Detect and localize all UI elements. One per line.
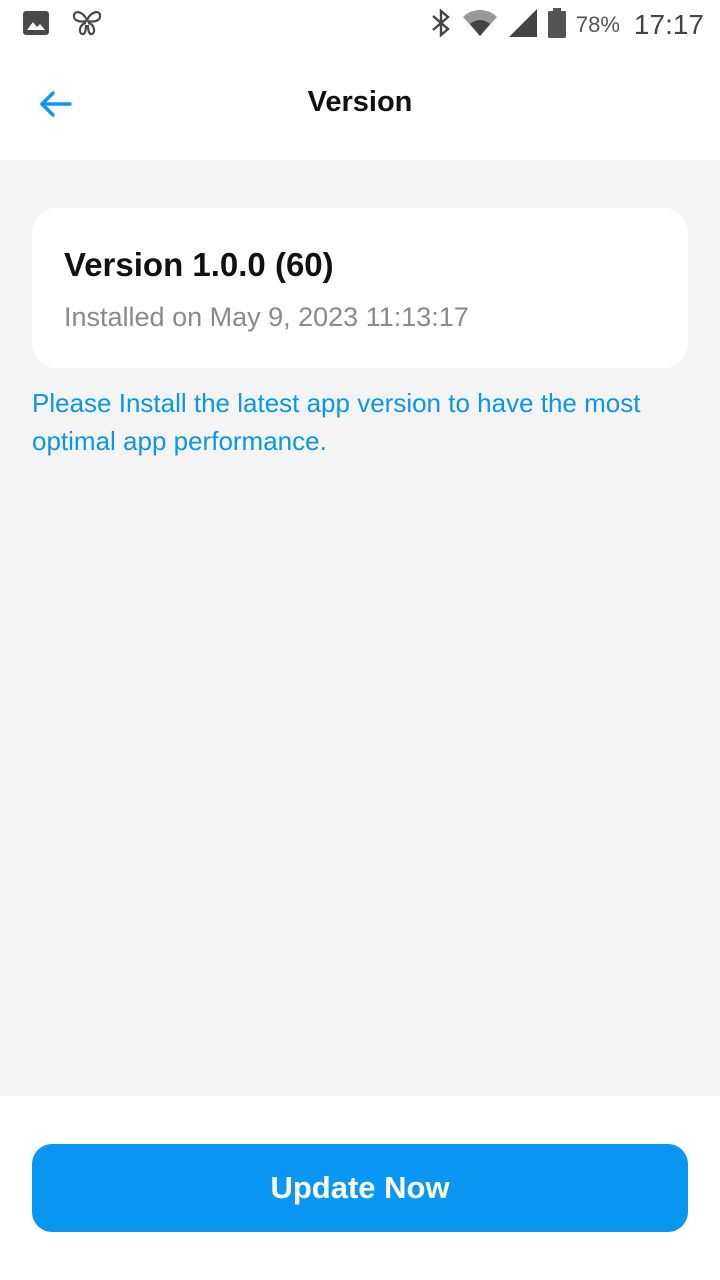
app-bar: Version: [0, 50, 720, 160]
update-notice: Please Install the latest app version to…: [32, 388, 641, 456]
version-title: Version 1.0.0 (60): [64, 246, 334, 283]
bottom-bar: Update Now: [0, 1096, 720, 1280]
version-card: Version 1.0.0 (60) Installed on May 9, 2…: [32, 208, 688, 368]
wifi-icon: [462, 9, 498, 42]
status-right: 78% 17:17: [430, 7, 704, 43]
page-title: Version: [307, 86, 413, 118]
signal-icon: [508, 8, 538, 43]
status-time: 17:17: [633, 9, 704, 40]
butterfly-icon: [70, 8, 104, 43]
update-now-button[interactable]: Update Now: [32, 1144, 688, 1232]
status-bar: 78% 17:17: [0, 0, 720, 50]
status-left: [22, 8, 104, 43]
bluetooth-icon: [430, 7, 452, 43]
battery-icon: [547, 7, 566, 43]
battery-percent: 78%: [575, 12, 620, 37]
version-screen: 78% 17:17 Version Version 1.0.0 (60) Ins…: [0, 0, 720, 1280]
installed-date: Installed on May 9, 2023 11:13:17: [64, 302, 469, 332]
image-icon: [22, 10, 50, 41]
